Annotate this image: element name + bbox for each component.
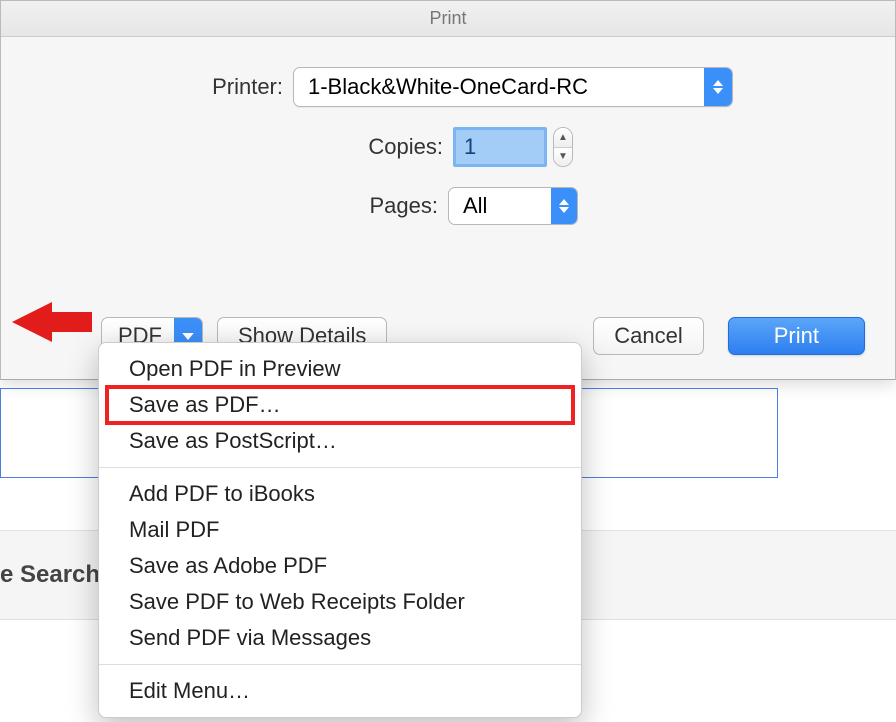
copies-stepper[interactable]: ▲ ▼ [553, 127, 573, 167]
menu-item-send-via-messages[interactable]: Send PDF via Messages [99, 620, 581, 656]
pages-label: Pages: [318, 193, 438, 219]
print-button[interactable]: Print [728, 317, 865, 355]
stepper-up-icon[interactable]: ▲ [554, 128, 572, 148]
copies-input[interactable] [453, 127, 547, 167]
pages-row: Pages: All [318, 187, 578, 225]
dialog-title: Print [429, 8, 466, 29]
pages-select[interactable]: All [448, 187, 578, 225]
printer-select[interactable]: 1-Black&White-OneCard-RC [293, 67, 733, 107]
pdf-dropdown-menu: Open PDF in Preview Save as PDF… Save as… [98, 342, 582, 718]
updown-arrows-icon [704, 68, 732, 106]
menu-item-open-preview[interactable]: Open PDF in Preview [99, 351, 581, 387]
menu-item-add-to-ibooks[interactable]: Add PDF to iBooks [99, 476, 581, 512]
printer-label: Printer: [163, 74, 283, 100]
updown-arrows-icon [551, 188, 577, 224]
menu-item-save-to-web-receipts[interactable]: Save PDF to Web Receipts Folder [99, 584, 581, 620]
menu-separator [99, 664, 581, 665]
background-search-label: e Search [0, 561, 100, 589]
menu-item-edit-menu[interactable]: Edit Menu… [99, 673, 581, 709]
pages-select-value: All [449, 193, 551, 219]
cancel-button[interactable]: Cancel [593, 317, 703, 355]
cancel-label: Cancel [614, 323, 682, 349]
menu-item-mail-pdf[interactable]: Mail PDF [99, 512, 581, 548]
menu-item-save-as-postscript[interactable]: Save as PostScript… [99, 423, 581, 459]
copies-row: Copies: ▲ ▼ [323, 127, 573, 167]
menu-item-save-as-pdf[interactable]: Save as PDF… [105, 385, 575, 425]
menu-item-save-as-adobe[interactable]: Save as Adobe PDF [99, 548, 581, 584]
menu-separator [99, 467, 581, 468]
stepper-down-icon[interactable]: ▼ [554, 148, 572, 167]
print-dialog: Print Printer: 1-Black&White-OneCard-RC … [0, 0, 896, 380]
printer-row: Printer: 1-Black&White-OneCard-RC [163, 67, 733, 107]
print-label: Print [774, 323, 819, 349]
dialog-content: Printer: 1-Black&White-OneCard-RC Copies… [1, 37, 895, 245]
annotation-arrow-icon [12, 298, 92, 346]
dialog-titlebar: Print [1, 1, 895, 37]
copies-label: Copies: [323, 134, 443, 160]
printer-select-value: 1-Black&White-OneCard-RC [294, 74, 704, 100]
